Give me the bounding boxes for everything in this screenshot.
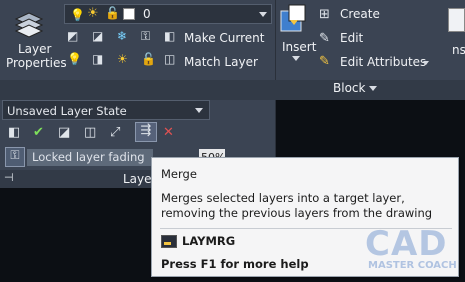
layer-lock-icon[interactable]: ⚿	[141, 29, 150, 44]
edit-attributes-chevron-icon[interactable]	[423, 61, 429, 65]
locked-fading-icon[interactable]: ⚿	[5, 147, 25, 167]
layer-off-icon[interactable]: ◩	[67, 29, 78, 43]
create-block-icon[interactable]: ⊞	[319, 7, 330, 22]
layer-unisolate-icon[interactable]: ◨	[92, 52, 103, 66]
set-current-layer-icon[interactable]: ◧	[8, 125, 20, 140]
layer-name: 0	[143, 7, 151, 21]
layer-on-icon[interactable]: 💡	[67, 52, 82, 66]
layer-state-dropdown[interactable]: Unsaved Layer State	[2, 100, 210, 120]
locked-layer-fading-label: Locked layer fading	[27, 149, 153, 166]
layer-dropdown[interactable]: 💡 ☀ 🔓 0	[64, 4, 272, 24]
insert-button[interactable]: Insert	[282, 40, 316, 54]
sun-icon: ☀	[87, 6, 99, 21]
pin-icon[interactable]: ⊣	[4, 171, 14, 184]
layer-properties-icon[interactable]	[14, 5, 44, 39]
copy-objects-icon[interactable]: ◫	[84, 125, 96, 140]
block-panel-title[interactable]: Block	[333, 81, 365, 95]
insert-chevron-down-icon[interactable]	[292, 56, 300, 61]
edit-button[interactable]: Edit	[340, 31, 363, 45]
insert-icon[interactable]	[280, 3, 308, 35]
merge-layer-icon[interactable]: ⇶	[135, 122, 157, 142]
chevron-down-icon	[259, 12, 267, 17]
panel-title-strip	[0, 80, 465, 100]
cad-master-coach-watermark: CAD MASTER COACH	[365, 224, 457, 274]
match-layer-button[interactable]: Match Layer	[184, 55, 258, 69]
layer-walk-icon[interactable]: ✔	[33, 125, 44, 140]
tooltip-description: Merges selected layers into a target lay…	[161, 191, 433, 220]
command-icon	[161, 235, 177, 248]
watermark-small: MASTER COACH	[368, 260, 457, 271]
tooltip-command: LAYMRG	[182, 234, 236, 248]
layer-thaw-icon[interactable]: ☀	[117, 52, 128, 66]
watermark-big: CAD	[365, 224, 448, 264]
layer-previous-icon[interactable]: ◪	[58, 125, 70, 140]
layer-state-value: Unsaved Layer State	[7, 104, 127, 118]
next-panel-icon[interactable]	[448, 8, 465, 32]
tooltip-title: Merge	[161, 167, 197, 181]
create-button[interactable]: Create	[340, 7, 380, 21]
block-chevron-down-icon[interactable]	[369, 86, 377, 91]
edit-attributes-icon[interactable]: ✎	[319, 54, 330, 69]
edit-attributes-button[interactable]: Edit Attributes	[340, 55, 426, 69]
lock-icon: 🔓	[105, 6, 120, 20]
layer-freeze-icon[interactable]: ❄	[117, 29, 127, 43]
layer-properties-label-1[interactable]: Layer	[18, 42, 51, 56]
delete-layer-icon[interactable]: ✕	[163, 125, 174, 140]
tooltip-help: Press F1 for more help	[161, 257, 309, 271]
make-current-icon[interactable]: ◧	[164, 29, 175, 43]
layer-isolate-icon[interactable]: ◪	[92, 29, 103, 43]
layer-translate-icon[interactable]: ⤢	[110, 125, 120, 140]
match-layer-icon[interactable]: ◫	[164, 52, 175, 66]
lightbulb-icon: 💡	[70, 8, 85, 22]
edit-block-icon[interactable]: ✎	[319, 31, 330, 46]
layer-properties-label-2[interactable]: Properties	[6, 56, 67, 70]
layer-unlock-icon[interactable]: 🔓	[141, 52, 156, 66]
next-panel-label[interactable]: ns	[452, 43, 465, 57]
chevron-down-icon	[195, 108, 203, 113]
color-swatch	[123, 8, 135, 20]
merge-tooltip: Merge Merges selected layers into a targ…	[151, 157, 459, 277]
make-current-button[interactable]: Make Current	[184, 31, 265, 45]
